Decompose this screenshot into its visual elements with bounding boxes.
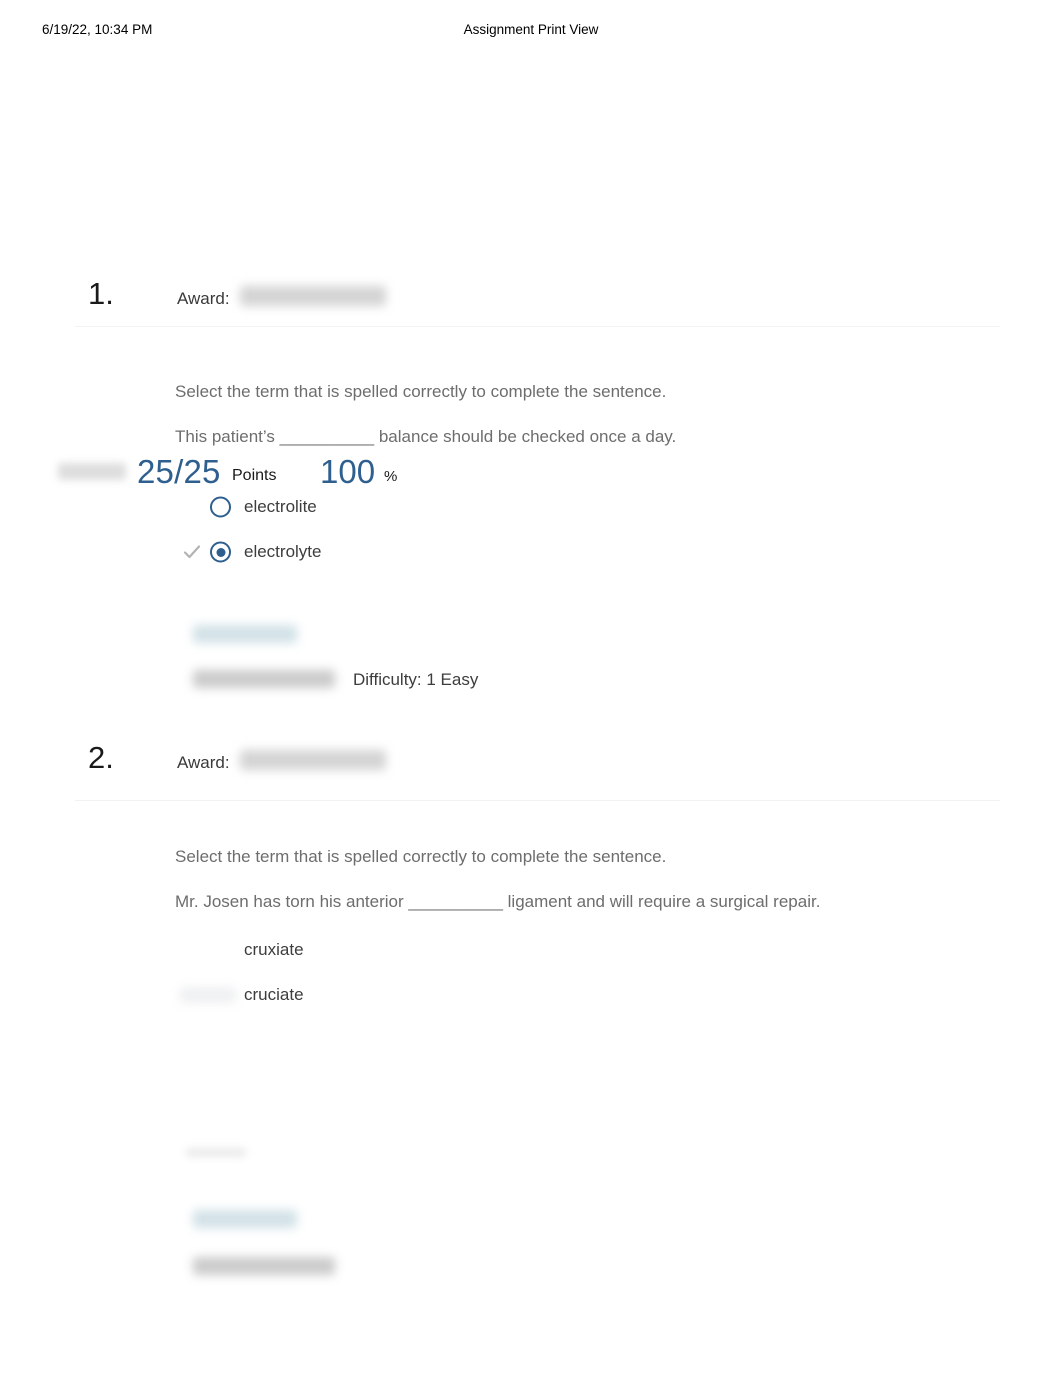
radio-button-cruxiate[interactable] bbox=[210, 940, 231, 961]
radio-button-cruciate[interactable] bbox=[210, 985, 231, 1006]
score-points-value: 25/25 bbox=[137, 453, 221, 490]
option-label: cruciate bbox=[244, 985, 304, 1004]
print-view-title: Assignment Print View bbox=[463, 22, 599, 37]
score-percent-value: 100 bbox=[320, 453, 376, 490]
option-label: electrolite bbox=[244, 497, 317, 516]
question-divider bbox=[75, 326, 1000, 327]
award-label: Award: bbox=[177, 289, 230, 308]
award-value-redacted bbox=[240, 286, 386, 306]
question-sentence: Mr. Josen has torn his anterior ________… bbox=[175, 891, 821, 911]
award-value-redacted bbox=[240, 750, 386, 770]
score-percent-sign: % bbox=[384, 468, 398, 485]
option-label: electrolyte bbox=[244, 542, 322, 561]
meta-tag-redacted bbox=[193, 625, 297, 643]
difficulty-label: Difficulty: 1 Easy bbox=[353, 670, 479, 689]
radio-button-electrolite[interactable] bbox=[210, 496, 231, 518]
question-2-body: Select the term that is spelled correctl… bbox=[175, 844, 820, 914]
option-label: cruxiate bbox=[244, 940, 304, 959]
question-number: 1. bbox=[88, 276, 114, 311]
question-prompt: Select the term that is spelled correctl… bbox=[175, 847, 667, 866]
question-divider bbox=[75, 800, 1000, 801]
question-number: 2. bbox=[88, 740, 114, 775]
radio-button-electrolyte[interactable] bbox=[210, 541, 231, 563]
award-label: Award: bbox=[177, 753, 230, 772]
meta-faint-redacted bbox=[186, 1148, 246, 1157]
question-prompt: Select the term that is spelled correctl… bbox=[175, 382, 667, 401]
meta-source-redacted bbox=[193, 670, 335, 688]
score-summary: 25/25 Points 100 % bbox=[0, 225, 1062, 490]
correct-check-icon bbox=[183, 543, 201, 561]
score-points-label: Points bbox=[232, 467, 277, 484]
question-sentence: This patient’s __________ balance should… bbox=[175, 426, 677, 446]
meta-tag-redacted bbox=[193, 1210, 297, 1228]
print-header: 6/19/22, 10:34 PM Assignment Print View bbox=[0, 22, 1062, 44]
meta-source-redacted bbox=[193, 1257, 335, 1275]
score-label-redacted bbox=[58, 463, 126, 480]
question-1-body: Select the term that is spelled correctl… bbox=[175, 379, 676, 449]
